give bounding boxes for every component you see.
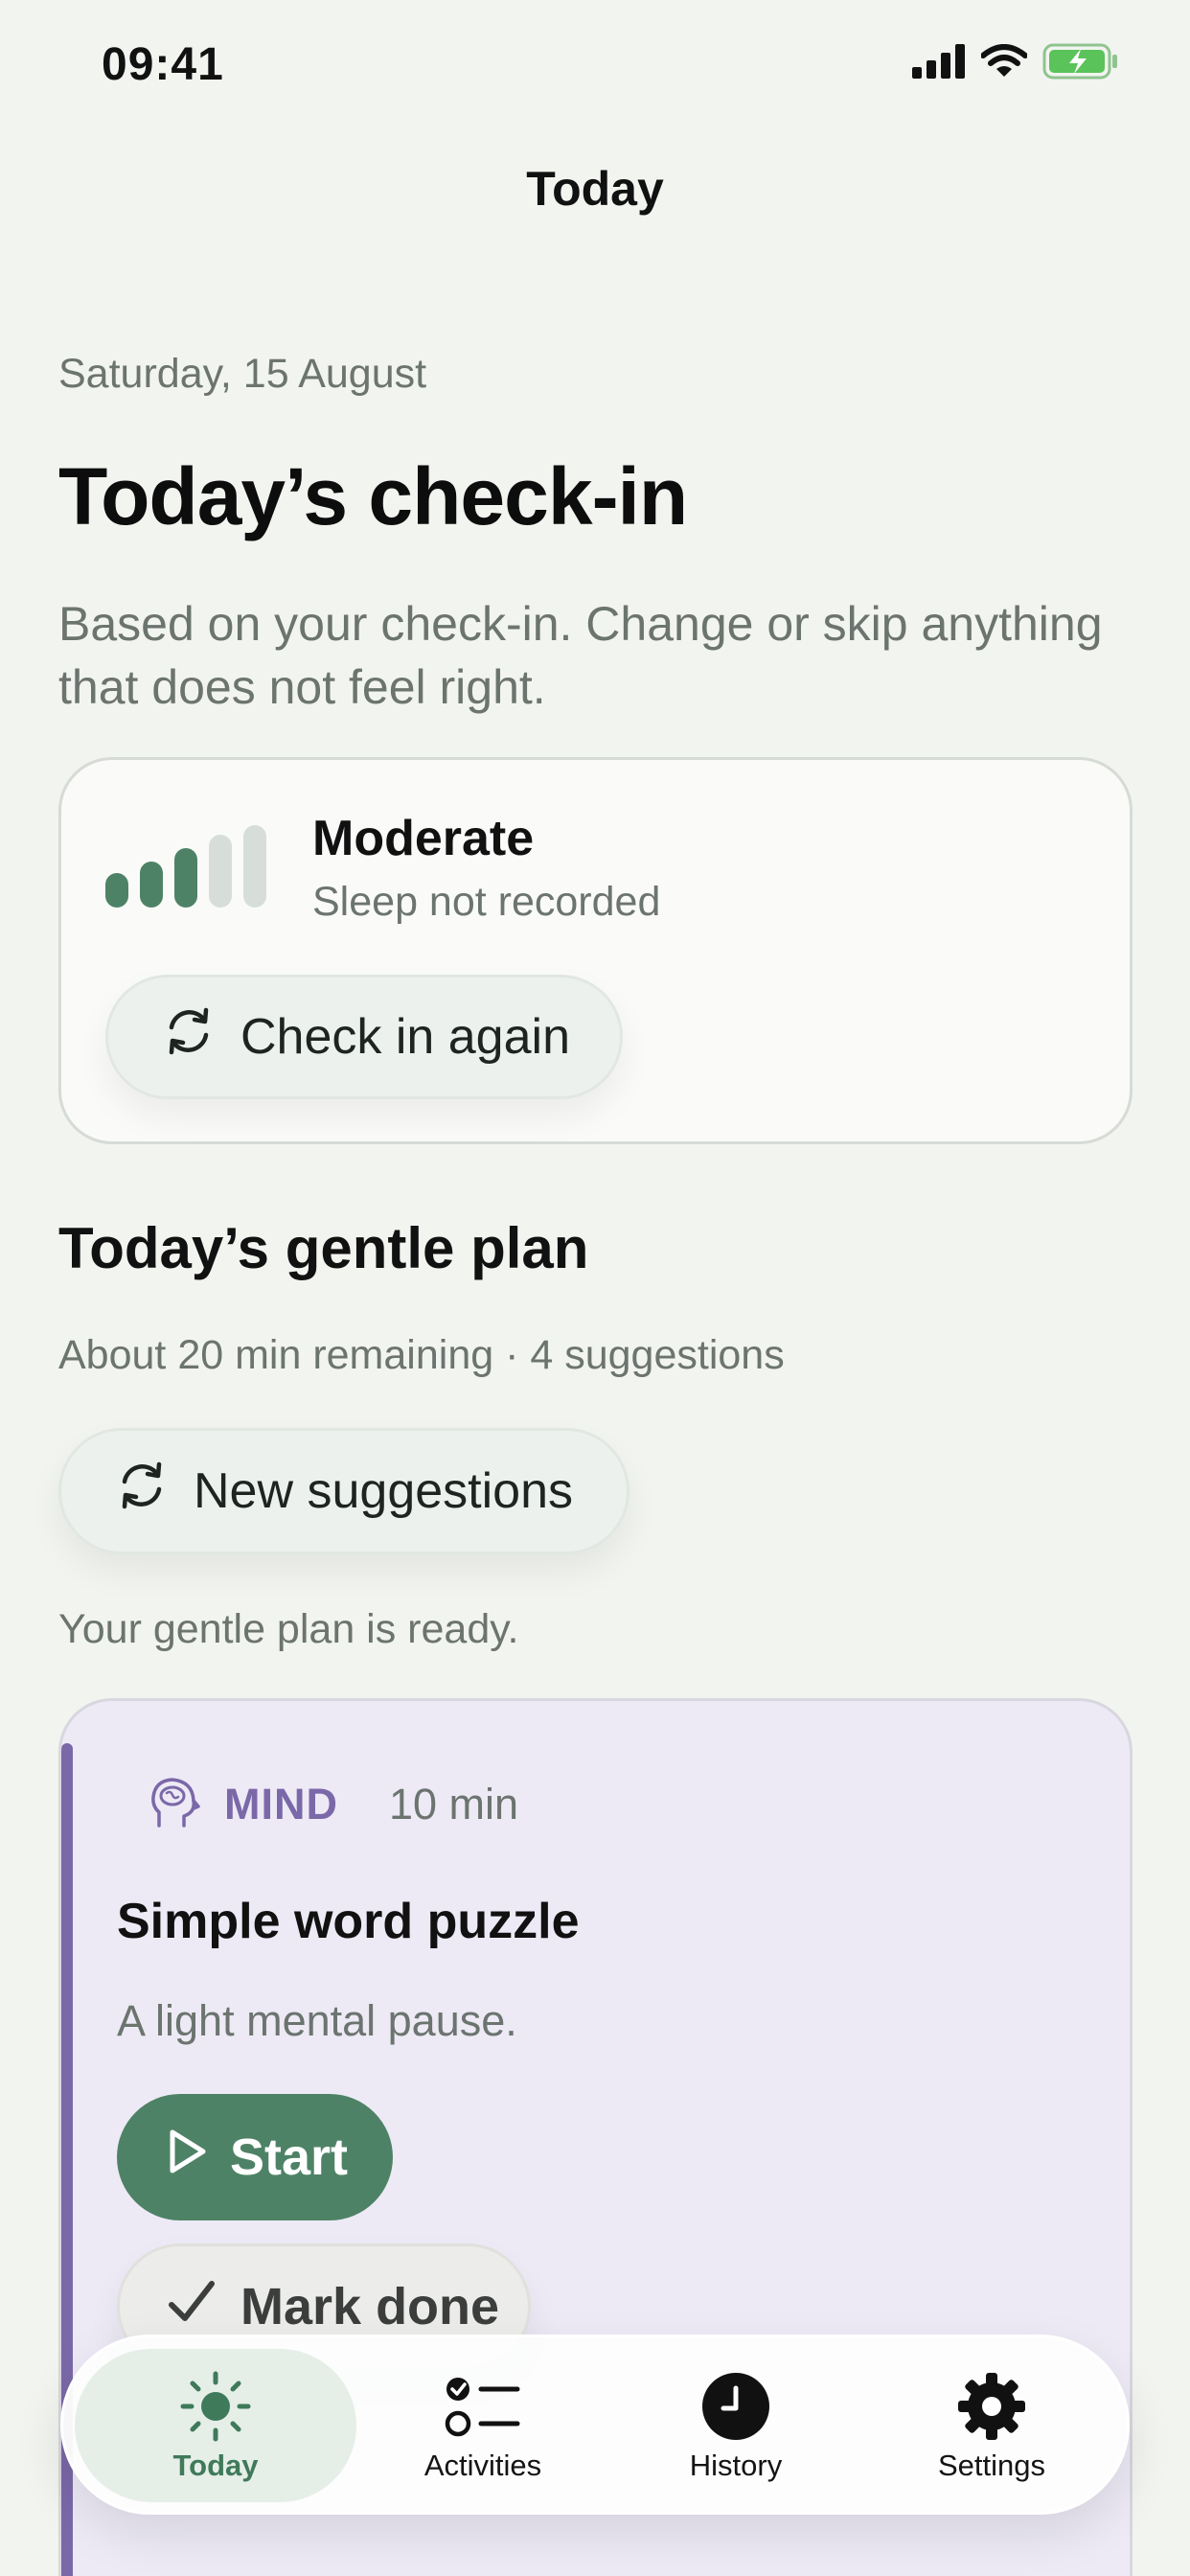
activity-title: Simple word puzzle <box>117 1894 580 1949</box>
tab-label: Activities <box>423 2449 542 2482</box>
category-label: MIND <box>224 1780 338 1828</box>
new-suggestions-button[interactable]: New suggestions <box>58 1428 629 1554</box>
new-suggestions-label: New suggestions <box>194 1463 573 1519</box>
checkin-card: Moderate Sleep not recorded Check in aga… <box>58 757 1133 1144</box>
page-title: Today’s check-in <box>58 451 688 541</box>
checklist-icon <box>445 2370 521 2443</box>
status-time: 09:41 <box>102 39 224 90</box>
sun-icon <box>179 2370 252 2443</box>
signal-icon <box>912 43 966 83</box>
duration-label: 10 min <box>389 1780 519 1828</box>
tab-label: Settings <box>937 2449 1045 2482</box>
level-bar <box>140 862 163 908</box>
battery-charging-icon <box>1042 43 1119 84</box>
start-label: Start <box>230 2128 349 2186</box>
status-icons <box>912 42 1119 84</box>
nav-title: Today <box>526 162 664 216</box>
plan-heading: Today’s gentle plan <box>58 1216 589 1280</box>
level-bar <box>105 873 128 908</box>
gear-icon <box>956 2370 1027 2443</box>
level-bar <box>174 848 197 908</box>
tab-bar: Today Activities History Settings <box>60 2334 1130 2515</box>
checkmark-icon <box>168 2277 240 2336</box>
activity-description: A light mental pause. <box>117 1996 517 2045</box>
energy-level-indicator <box>105 825 266 908</box>
wifi-icon <box>980 43 1028 83</box>
tab-activities[interactable]: Activities <box>356 2337 609 2512</box>
brain-head-icon <box>148 1774 201 1836</box>
check-in-again-button[interactable]: Check in again <box>105 975 623 1099</box>
clock-icon <box>700 2370 771 2443</box>
tab-label: History <box>689 2449 783 2482</box>
refresh-icon <box>113 1457 194 1527</box>
mark-done-label: Mark done <box>240 2278 500 2335</box>
level-label: Moderate <box>312 811 535 866</box>
plan-meta: About 20 min remaining · 4 suggestions <box>58 1332 785 1378</box>
tab-settings[interactable]: Settings <box>862 2337 1121 2512</box>
tab-today[interactable]: Today <box>75 2337 356 2512</box>
refresh-icon <box>160 1002 240 1072</box>
page-subtitle: Based on your check-in. Change or skip a… <box>58 597 1103 714</box>
play-icon <box>167 2128 230 2187</box>
tab-label: Today <box>172 2449 259 2482</box>
level-bar <box>209 835 232 908</box>
sleep-status: Sleep not recorded <box>312 879 661 925</box>
tab-history[interactable]: History <box>609 2337 862 2512</box>
date-label: Saturday, 15 August <box>58 351 427 397</box>
start-button[interactable]: Start <box>117 2094 393 2220</box>
check-in-again-label: Check in again <box>240 1009 570 1065</box>
plan-status: Your gentle plan is ready. <box>58 1606 519 1652</box>
level-bar <box>243 825 266 908</box>
